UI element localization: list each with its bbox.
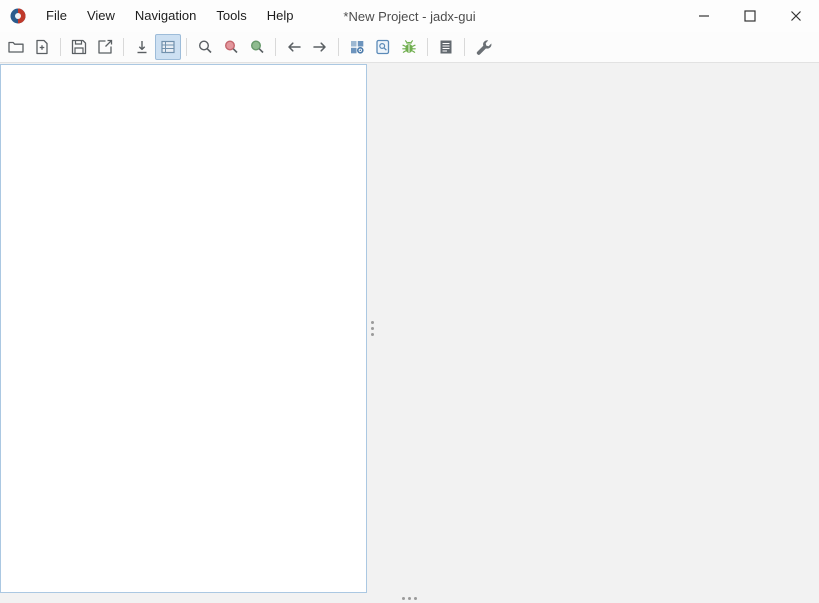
maximize-icon <box>744 10 756 22</box>
deobfuscation-button[interactable] <box>344 34 370 60</box>
menubar: File View Navigation Tools Help <box>36 0 303 32</box>
folder-open-icon <box>8 41 24 53</box>
toolbar-separator <box>123 38 124 56</box>
splitter-grip-icon <box>408 596 411 600</box>
vertical-splitter[interactable] <box>368 63 376 593</box>
back-button[interactable] <box>281 34 307 60</box>
toolbar-separator <box>275 38 276 56</box>
preferences-button[interactable] <box>470 34 496 60</box>
sync-with-editor-button[interactable] <box>129 34 155 60</box>
arrow-left-icon <box>288 42 301 52</box>
menu-navigation[interactable]: Navigation <box>125 0 206 32</box>
toolbar <box>0 32 819 63</box>
flat-packages-icon <box>161 40 175 54</box>
export-icon <box>98 39 113 54</box>
search-red-icon <box>224 40 238 54</box>
close-icon <box>791 11 801 21</box>
add-files-button[interactable] <box>29 34 55 60</box>
sync-icon <box>137 41 147 54</box>
window-controls <box>681 0 819 32</box>
menu-view[interactable]: View <box>77 0 125 32</box>
class-search-button[interactable] <box>218 34 244 60</box>
quark-report-button[interactable] <box>370 34 396 60</box>
project-tree-panel[interactable] <box>0 64 367 593</box>
open-file-button[interactable] <box>3 34 29 60</box>
quark-icon <box>376 39 390 55</box>
toolbar-separator <box>338 38 339 56</box>
forward-button[interactable] <box>307 34 333 60</box>
menu-file[interactable]: File <box>36 0 77 32</box>
arrow-right-icon <box>313 42 326 52</box>
log-viewer-button[interactable] <box>433 34 459 60</box>
toolbar-separator <box>427 38 428 56</box>
titlebar: File View Navigation Tools Help *New Pro… <box>0 0 819 32</box>
comment-search-button[interactable] <box>244 34 270 60</box>
debugger-button[interactable] <box>396 34 422 60</box>
minimize-icon <box>699 15 709 17</box>
android-debug-icon <box>402 40 416 53</box>
add-files-icon <box>36 39 48 55</box>
flat-packages-button[interactable] <box>155 34 181 60</box>
minimize-button[interactable] <box>681 0 727 32</box>
editor-area <box>376 63 819 593</box>
save-icon <box>71 39 87 55</box>
menu-help[interactable]: Help <box>257 0 304 32</box>
toolbar-separator <box>186 38 187 56</box>
text-search-button[interactable] <box>192 34 218 60</box>
export-button[interactable] <box>92 34 118 60</box>
app-icon <box>9 7 27 25</box>
search-green-icon <box>250 40 264 54</box>
horizontal-splitter[interactable] <box>0 593 819 603</box>
splitter-grip-icon <box>370 326 374 330</box>
search-icon <box>198 40 212 54</box>
toolbar-separator <box>464 38 465 56</box>
deobfuscation-icon <box>351 41 364 54</box>
log-viewer-icon <box>440 40 452 54</box>
close-button[interactable] <box>773 0 819 32</box>
maximize-button[interactable] <box>727 0 773 32</box>
save-project-button[interactable] <box>66 34 92 60</box>
wrench-icon <box>476 40 492 55</box>
menu-tools[interactable]: Tools <box>206 0 256 32</box>
main-content <box>0 63 819 593</box>
toolbar-separator <box>60 38 61 56</box>
